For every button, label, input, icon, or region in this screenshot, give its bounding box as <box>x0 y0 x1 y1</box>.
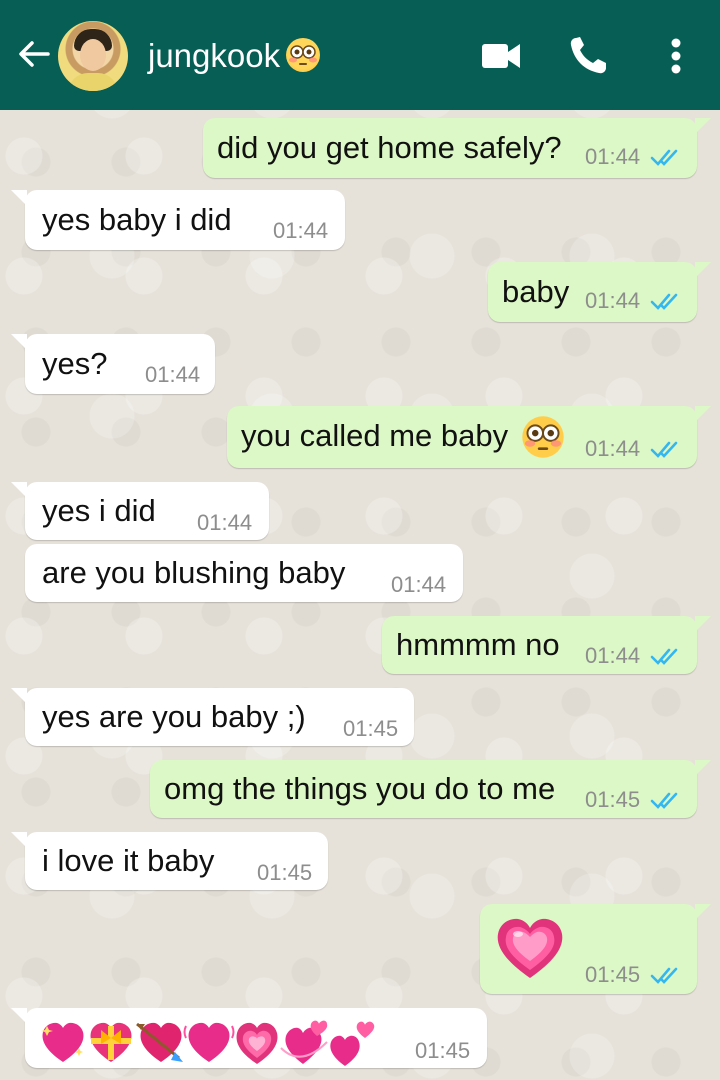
message-text: omg the things you do to me <box>164 771 556 806</box>
message-text: i love it baby <box>42 843 215 878</box>
heart-emoji-sequence <box>41 1020 375 1066</box>
message-text: you called me baby <box>241 418 509 453</box>
more-vertical-icon[interactable] <box>650 30 702 82</box>
message-text: yes baby i did <box>42 202 232 237</box>
message-incoming[interactable]: yes are you baby ;) 01:45 <box>11 688 414 746</box>
message-outgoing[interactable]: 01:45 <box>480 904 711 994</box>
read-ticks-icon <box>650 293 678 310</box>
message-time: 01:44 <box>145 362 201 387</box>
heart-with-arrow-emoji <box>136 1022 183 1062</box>
read-ticks-icon <box>650 149 678 166</box>
phone-icon[interactable] <box>562 30 614 82</box>
message-time: 01:44 <box>197 510 253 535</box>
video-call-icon[interactable] <box>474 30 526 82</box>
message-text: yes? <box>42 346 108 381</box>
read-ticks-icon <box>650 792 678 809</box>
message-time: 01:44 <box>585 643 641 668</box>
message-incoming[interactable]: yes i did 01:44 <box>11 482 269 540</box>
message-outgoing[interactable]: omg the things you do to me 01:45 <box>150 760 711 818</box>
message-text: did you get home safely? <box>217 130 562 165</box>
message-incoming[interactable]: yes? 01:44 <box>11 334 215 394</box>
flushed-face-emoji <box>522 416 564 458</box>
message-outgoing[interactable]: did you get home safely? 01:44 <box>203 118 711 178</box>
message-time: 01:44 <box>273 218 329 243</box>
message-time: 01:44 <box>585 436 641 461</box>
message-incoming[interactable]: 01:45 <box>11 1008 487 1068</box>
flushed-face-emoji <box>286 38 321 72</box>
message-time: 01:45 <box>585 962 641 987</box>
message-outgoing[interactable]: you called me baby 01:44 <box>227 406 711 468</box>
message-text: baby <box>502 274 570 309</box>
contact-name[interactable]: jungkook <box>148 36 321 76</box>
message-time: 01:44 <box>585 144 641 169</box>
read-ticks-icon <box>650 648 678 665</box>
message-time: 01:44 <box>391 572 447 597</box>
sparkling-heart-emoji <box>41 1022 84 1062</box>
message-time: 01:45 <box>585 787 641 812</box>
beating-heart-emoji <box>183 1022 235 1062</box>
message-time: 01:45 <box>257 860 313 885</box>
message-outgoing[interactable]: hmmmm no 01:44 <box>382 616 711 674</box>
growing-heart-emoji <box>497 918 563 978</box>
message-incoming[interactable]: i love it baby 01:45 <box>11 832 328 890</box>
message-time: 01:45 <box>343 716 399 741</box>
avatar[interactable] <box>58 21 128 91</box>
contact-name-text: jungkook <box>148 37 281 74</box>
message-time: 01:45 <box>415 1038 471 1063</box>
message-text: yes are you baby ;) <box>42 699 306 734</box>
back-arrow-icon[interactable] <box>14 34 54 74</box>
message-time: 01:44 <box>585 288 641 313</box>
chat-header: jungkook <box>0 0 720 110</box>
message-incoming[interactable]: yes baby i did 01:44 <box>11 190 345 250</box>
heart-with-ribbon-emoji <box>90 1022 132 1062</box>
two-hearts-emoji <box>330 1021 375 1066</box>
message-list[interactable]: did you get home safely? 01:44 yes baby … <box>0 110 720 1080</box>
message-outgoing[interactable]: baby 01:44 <box>488 262 711 322</box>
growing-heart-emoji <box>236 1022 278 1064</box>
message-text: yes i did <box>42 493 156 528</box>
message-text: are you blushing baby <box>42 555 346 590</box>
read-ticks-icon <box>650 967 678 984</box>
revolving-hearts-emoji <box>280 1020 328 1064</box>
message-incoming[interactable]: are you blushing baby 01:44 <box>25 544 463 602</box>
read-ticks-icon <box>650 441 678 458</box>
message-text: hmmmm no <box>396 627 560 662</box>
